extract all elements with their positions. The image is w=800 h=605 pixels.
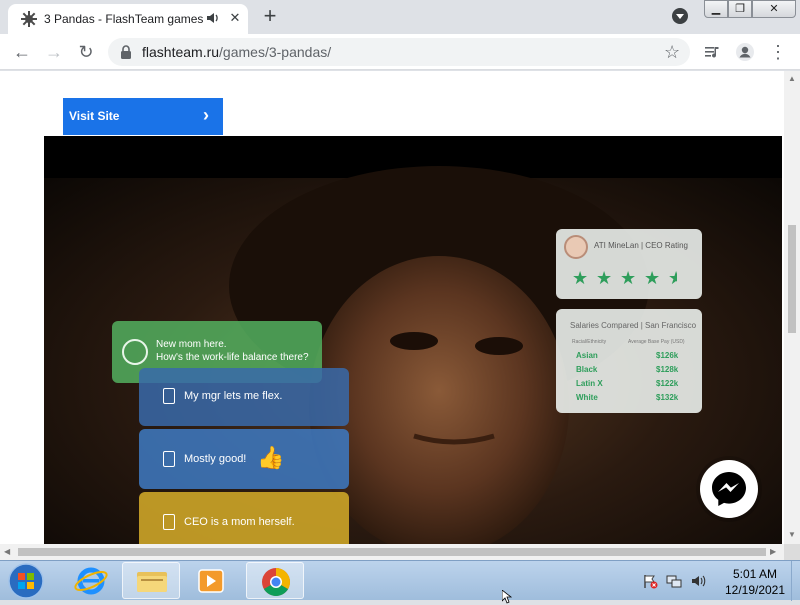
- visit-site-button[interactable]: Visit Site ›: [63, 98, 223, 135]
- salary-row-value: $128k: [656, 365, 679, 374]
- messenger-icon: [712, 472, 746, 506]
- internet-explorer-icon: [74, 567, 108, 595]
- horizontal-scrollbar[interactable]: ◀ ▶: [0, 544, 784, 560]
- salary-row-value: $122k: [656, 379, 679, 388]
- speaker-icon[interactable]: [206, 11, 220, 25]
- scroll-down-icon[interactable]: ▼: [788, 531, 796, 539]
- vertical-scrollbar[interactable]: ▲ ▼: [784, 71, 800, 544]
- salary-comparison-card: Salaries Compared | San Francisco Racial…: [556, 309, 702, 413]
- chat-reply-3-text: CEO is a mom herself.: [184, 516, 295, 528]
- clock-time[interactable]: 5:01 AM: [720, 567, 790, 581]
- vertical-scroll-thumb[interactable]: [788, 225, 796, 333]
- hero-video[interactable]: New mom here. How's the work-life balanc…: [44, 136, 782, 544]
- volume-icon[interactable]: [690, 573, 706, 589]
- system-tray: 5:01 AM 12/19/2021: [636, 561, 800, 601]
- chat-question-line1: New mom here.: [156, 339, 227, 350]
- windows-taskbar: 5:01 AM 12/19/2021: [0, 560, 800, 601]
- taskbar-file-explorer[interactable]: [122, 562, 180, 599]
- back-arrow-icon[interactable]: ←: [12, 42, 32, 62]
- folder-icon: [137, 572, 167, 592]
- messenger-chat-button[interactable]: [700, 460, 758, 518]
- close-window-button[interactable]: ✕: [752, 0, 796, 18]
- document-icon: [163, 388, 175, 404]
- half-star-icon: ★: [668, 269, 677, 287]
- star-icon: ★: [644, 268, 661, 288]
- show-desktop-button[interactable]: [791, 561, 800, 601]
- salary-row-label: Latin X: [576, 379, 603, 388]
- salary-card-title: Salaries Compared | San Francisco: [570, 321, 697, 330]
- thumbs-up-icon: 👍: [257, 445, 285, 470]
- windows-start-button[interactable]: [6, 562, 46, 600]
- panda-favicon-icon: [21, 11, 37, 27]
- star-icon: ★: [572, 268, 589, 288]
- user-icon: [122, 339, 148, 365]
- chat-bubble-reply-2: Mostly good! 👍: [139, 429, 349, 489]
- action-center-flag-icon[interactable]: [642, 573, 658, 589]
- document-icon: [163, 514, 175, 530]
- horizontal-scroll-thumb[interactable]: [18, 548, 766, 556]
- tab-title: 3 Pandas - FlashTeam games: [44, 12, 204, 26]
- new-tab-icon[interactable]: +: [258, 5, 282, 29]
- media-queue-icon[interactable]: [702, 42, 722, 62]
- browser-tab[interactable]: 3 Pandas - FlashTeam games ✕: [8, 4, 248, 34]
- salary-row-label: White: [576, 393, 598, 402]
- reload-icon[interactable]: ↻: [76, 42, 96, 62]
- taskbar-media-player[interactable]: [182, 562, 240, 599]
- minimize-button[interactable]: ▁: [704, 0, 728, 18]
- network-icon[interactable]: [666, 573, 682, 589]
- taskbar-chrome[interactable]: [246, 562, 304, 599]
- document-icon: [163, 451, 175, 467]
- taskbar-internet-explorer[interactable]: [62, 562, 120, 599]
- ceo-avatar: [564, 235, 588, 259]
- visit-site-label: Visit Site: [69, 109, 120, 123]
- close-tab-icon[interactable]: ✕: [228, 11, 242, 25]
- browser-toolbar: ← → ↻ flashteam.ru/games/3-pandas/ ☆ ⋮: [0, 34, 800, 70]
- star-icon: ★: [620, 268, 637, 288]
- star-icon: ★: [596, 268, 613, 288]
- scroll-right-icon[interactable]: ▶: [770, 548, 776, 556]
- ceo-rating-title: ATI MineLan | CEO Rating: [594, 241, 688, 250]
- chat-reply-2-text: Mostly good!: [184, 453, 247, 465]
- salary-row-label: Asian: [576, 351, 598, 360]
- restore-button[interactable]: ❐: [728, 0, 752, 18]
- scroll-left-icon[interactable]: ◀: [4, 548, 10, 556]
- chat-bubble-reply-1: My mgr lets me flex.: [139, 368, 349, 426]
- clock-date[interactable]: 12/19/2021: [720, 583, 790, 597]
- salary-row-value: $126k: [656, 351, 679, 360]
- chat-question-line2: How's the work-life balance there?: [156, 352, 309, 363]
- chat-bubble-reply-3: CEO is a mom herself.: [139, 492, 349, 544]
- chrome-icon: [262, 568, 290, 596]
- ceo-rating-card: ATI MineLan | CEO Rating ★ ★ ★ ★ ★: [556, 229, 702, 299]
- tab-search-icon[interactable]: [672, 8, 688, 24]
- salary-row-value: $132k: [656, 393, 679, 402]
- scroll-corner: [784, 544, 800, 560]
- url-text[interactable]: flashteam.ru/games/3-pandas/: [142, 44, 331, 60]
- salary-row-label: Black: [576, 365, 598, 374]
- tab-strip: 3 Pandas - FlashTeam games ✕ + ▁ ❐ ✕: [0, 0, 800, 34]
- bookmark-star-icon[interactable]: ☆: [664, 42, 680, 62]
- chevron-right-icon: ›: [203, 105, 209, 125]
- salary-head-right: Average Base Pay (USD): [628, 339, 685, 345]
- mouse-cursor-icon: [502, 590, 512, 604]
- page-viewport: Visit Site › New mom here. How's the wor…: [0, 71, 784, 544]
- media-player-icon: [198, 569, 224, 593]
- kebab-menu-icon[interactable]: ⋮: [768, 42, 788, 62]
- forward-arrow-icon[interactable]: →: [44, 42, 64, 62]
- url-host: flashteam.ru: [142, 44, 220, 60]
- scroll-up-icon[interactable]: ▲: [788, 75, 796, 83]
- url-path: /games/3-pandas/: [219, 44, 332, 60]
- profile-avatar-icon[interactable]: [735, 42, 755, 62]
- address-bar[interactable]: flashteam.ru/games/3-pandas/ ☆: [108, 38, 690, 66]
- lock-icon[interactable]: [120, 45, 132, 59]
- salary-head-left: Racial/Ethnicity: [572, 339, 607, 345]
- chat-reply-1-text: My mgr lets me flex.: [184, 390, 283, 402]
